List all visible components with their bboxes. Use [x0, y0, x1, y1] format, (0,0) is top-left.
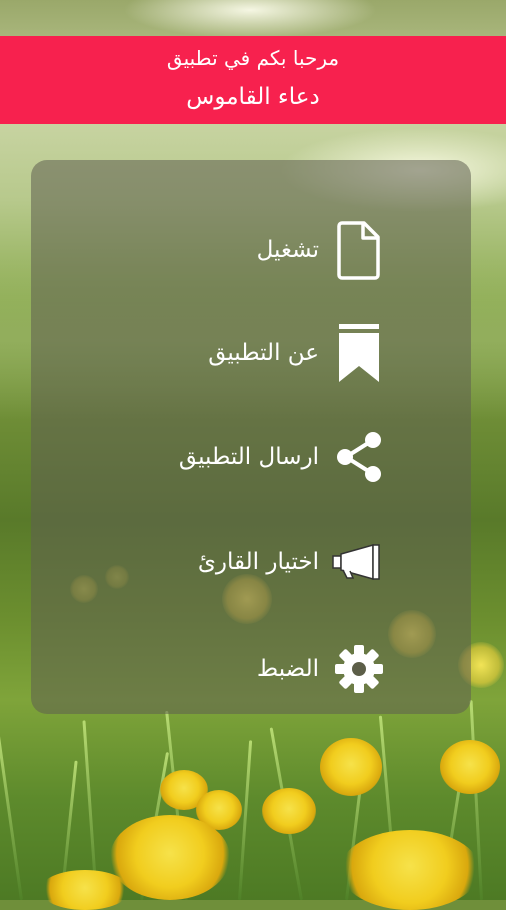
- grass-blade: [238, 740, 253, 901]
- menu-item-label: ارسال التطبيق: [178, 444, 319, 470]
- document-icon: [331, 219, 387, 281]
- welcome-text: مرحبا بكم في تطبيق: [166, 46, 340, 70]
- welcome-header: مرحبا بكم في تطبيق دعاء القاموس: [0, 36, 506, 124]
- menu-item-about[interactable]: عن التطبيق: [31, 318, 471, 388]
- grass-blade: [0, 731, 23, 901]
- gear-icon: [331, 638, 387, 700]
- yellow-flower: [440, 740, 500, 794]
- menu-item-share[interactable]: ارسال التطبيق: [31, 422, 471, 492]
- yellow-flower: [340, 830, 480, 910]
- menu-item-select-reader[interactable]: اختيار القارئ: [31, 527, 471, 597]
- menu-item-label: تشغيل: [256, 237, 319, 263]
- yellow-flower: [262, 788, 316, 834]
- menu-item-label: عن التطبيق: [208, 340, 319, 366]
- share-icon: [331, 426, 387, 488]
- yellow-flower: [320, 738, 382, 796]
- menu-item-play[interactable]: تشغيل: [31, 215, 471, 285]
- yellow-flower: [40, 870, 130, 910]
- menu-item-label: الضبط: [256, 656, 319, 682]
- app-title: دعاء القاموس: [186, 84, 320, 110]
- menu-item-settings[interactable]: الضبط: [31, 634, 471, 704]
- bookmark-icon: [331, 322, 387, 384]
- menu-item-label: اختيار القارئ: [197, 549, 319, 575]
- megaphone-icon: [331, 531, 387, 593]
- main-menu-panel: تشغيل عن التطبيق ارسال التطبيق اختيار ال…: [31, 160, 471, 714]
